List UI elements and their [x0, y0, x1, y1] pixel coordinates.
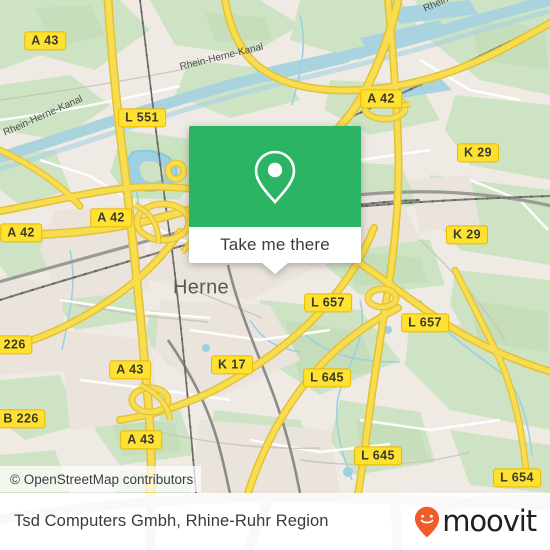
road-shield-a42: A 42: [0, 223, 42, 243]
road-shield-l551: L 551: [118, 108, 166, 128]
road-shield-k17: K 17: [210, 355, 254, 375]
road-shield-k29: K 29: [445, 225, 489, 245]
footer-content: Tsd Computers Gmbh, Rhine-Ruhr Region mo…: [0, 493, 550, 550]
moovit-logo: moovit: [414, 504, 537, 538]
road-shield-a42: A 42: [90, 208, 132, 228]
popup-tail: [262, 263, 288, 274]
moovit-pin-smiley-icon: [415, 506, 440, 537]
osm-attribution: © OpenStreetMap contributors: [0, 466, 202, 492]
osm-attribution-text: © OpenStreetMap contributors: [10, 471, 194, 487]
take-me-there-label: Take me there: [220, 235, 330, 254]
road-shield-l645: L 645: [354, 446, 402, 466]
road-shield-b226: B 226: [0, 335, 33, 355]
location-title: Tsd Computers Gmbh, Rhine-Ruhr Region: [14, 512, 329, 530]
moovit-map-screenshot: Rhein-Herne-Kanal Rhein-Herne-Kanal Rhei…: [0, 0, 550, 550]
place-label-herne: Herne: [173, 276, 229, 299]
take-me-there-popup[interactable]: Take me there: [189, 126, 361, 274]
road-shield-a43: A 43: [24, 31, 66, 51]
road-shield-l657: L 657: [401, 313, 449, 333]
map-pin-icon: [254, 150, 296, 204]
road-shield-l645: L 645: [303, 368, 351, 388]
road-shield-l657: L 657: [304, 293, 352, 313]
road-shield-a42: A 42: [360, 89, 402, 109]
road-shield-a43: A 43: [109, 360, 151, 380]
popup-action-bar[interactable]: Take me there: [189, 227, 361, 263]
road-shield-k29: K 29: [456, 143, 500, 163]
popup-icon-area: [189, 126, 361, 227]
road-shield-b226: B 226: [0, 409, 46, 429]
footer-bar: Tsd Computers Gmbh, Rhine-Ruhr Region mo…: [0, 493, 550, 550]
moovit-wordmark: moovit: [442, 504, 537, 538]
road-shield-l654: L 654: [493, 468, 541, 488]
map-viewport[interactable]: Rhein-Herne-Kanal Rhein-Herne-Kanal Rhei…: [0, 0, 550, 493]
road-shield-a43: A 43: [120, 430, 162, 450]
